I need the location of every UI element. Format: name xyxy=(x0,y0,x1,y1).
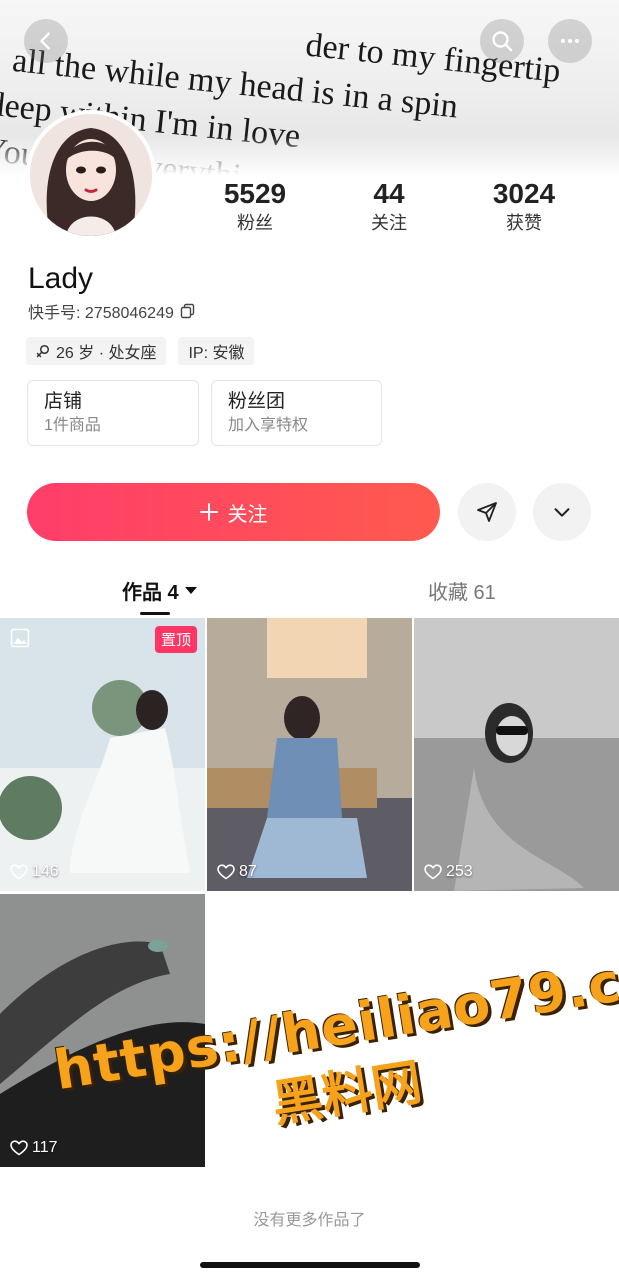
profile-name: Lady xyxy=(28,262,94,295)
profile-tags: 26 岁 · 处女座 IP: 安徽 xyxy=(26,337,255,365)
heart-icon xyxy=(10,1140,28,1156)
stat-likes-count: 3024 xyxy=(492,178,556,209)
post-likes-count: 253 xyxy=(446,863,473,880)
stat-likes-label: 获赞 xyxy=(506,213,542,233)
send-icon xyxy=(477,502,497,522)
profile-id: 快手号: 2758046249 xyxy=(28,305,174,322)
shop-card-subtitle: 1件商品 xyxy=(44,417,101,434)
shop-card[interactable]: 店铺 1件商品 xyxy=(27,380,199,446)
profile-stats: 5529 粉丝 44 关注 3024 获赞 xyxy=(0,178,619,242)
fan-club-card[interactable]: 粉丝团 加入享特权 xyxy=(211,380,382,446)
post-tile[interactable]: 253 xyxy=(414,618,619,891)
heart-icon xyxy=(217,864,235,880)
fan-club-card-title: 粉丝团 xyxy=(228,391,286,412)
post-tile[interactable]: 87 xyxy=(207,618,412,891)
more-icon xyxy=(561,39,579,43)
post-likes: 117 xyxy=(10,1139,58,1157)
copy-icon[interactable] xyxy=(180,303,196,319)
age-tag: 26 岁 · 处女座 xyxy=(26,337,167,365)
heart-icon xyxy=(10,864,28,880)
fan-club-card-subtitle: 加入享特权 xyxy=(228,417,309,434)
profile-id-row: 快手号: 2758046249 xyxy=(28,299,196,323)
stat-fans[interactable]: 5529 粉丝 xyxy=(195,178,315,236)
post-likes: 146 xyxy=(10,863,59,881)
caret-down-icon xyxy=(184,586,197,594)
back-button[interactable] xyxy=(24,19,68,63)
search-icon xyxy=(492,31,513,52)
stat-following-label: 关注 xyxy=(371,213,407,233)
image-post-icon xyxy=(10,628,30,648)
stat-fans-label: 粉丝 xyxy=(237,213,273,233)
post-likes-count: 146 xyxy=(32,863,59,880)
chevron-down-icon xyxy=(554,508,570,517)
content-tabs: 作品 4 收藏 61 xyxy=(0,570,619,616)
chevron-left-icon xyxy=(40,32,50,50)
follow-button-label: 关注 xyxy=(227,503,268,526)
ip-tag: IP: 安徽 xyxy=(178,337,255,365)
more-button[interactable] xyxy=(548,19,592,63)
female-icon xyxy=(36,344,50,358)
post-image xyxy=(0,618,205,891)
tab-active-indicator xyxy=(140,612,170,615)
profile-cards: 店铺 1件商品 粉丝团 加入享特权 xyxy=(27,380,382,446)
post-tile[interactable]: 置顶 146 xyxy=(0,618,205,891)
expand-button[interactable] xyxy=(533,483,591,541)
post-image xyxy=(207,618,412,891)
ip-tag-label: IP: 安徽 xyxy=(188,345,245,362)
heart-icon xyxy=(424,864,442,880)
search-button[interactable] xyxy=(480,19,524,63)
post-likes: 87 xyxy=(217,863,257,881)
post-likes: 253 xyxy=(424,863,473,881)
follow-button[interactable]: 关注 xyxy=(27,483,440,541)
tab-works-label: 作品 4 xyxy=(122,582,179,604)
home-indicator[interactable] xyxy=(200,1262,420,1268)
stat-following[interactable]: 44 关注 xyxy=(329,178,449,236)
plus-icon xyxy=(199,503,218,521)
no-more-posts-note: 没有更多作品了 xyxy=(253,1212,366,1229)
stat-likes[interactable]: 3024 获赞 xyxy=(464,178,584,236)
stat-fans-count: 5529 xyxy=(223,178,287,209)
age-tag-label: 26 岁 · 处女座 xyxy=(56,345,157,362)
tab-works[interactable]: 作品 4 xyxy=(122,576,197,605)
pinned-badge: 置顶 xyxy=(154,626,197,653)
post-image xyxy=(414,618,619,891)
tab-favorites[interactable]: 收藏 61 xyxy=(428,576,496,605)
share-button[interactable] xyxy=(458,483,516,541)
stat-following-count: 44 xyxy=(373,178,405,209)
shop-card-title: 店铺 xyxy=(44,391,83,412)
post-likes-count: 117 xyxy=(32,1139,58,1156)
post-likes-count: 87 xyxy=(239,863,257,880)
